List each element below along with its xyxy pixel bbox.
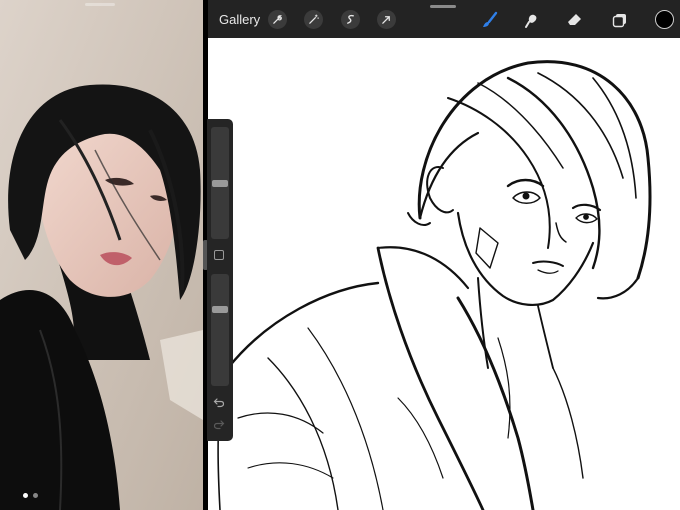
eraser-icon <box>568 14 581 25</box>
layers-button[interactable] <box>609 9 631 31</box>
selection-icon <box>347 14 354 24</box>
brush-size-slider[interactable] <box>211 127 229 239</box>
drawing-canvas[interactable] <box>208 38 680 510</box>
redo-button[interactable] <box>213 419 225 434</box>
color-picker-button[interactable] <box>655 10 674 29</box>
page-dot-1[interactable] <box>22 493 28 498</box>
eraser-tool-button[interactable] <box>564 9 586 31</box>
undo-button[interactable] <box>213 397 225 412</box>
adjustments-button[interactable] <box>304 10 323 29</box>
procreate-app: Gallery <box>208 0 680 510</box>
line-art-drawing <box>217 60 652 510</box>
undo-icon <box>213 398 225 408</box>
smudge-tool-button[interactable] <box>521 9 543 31</box>
toolbar-grabber[interactable] <box>430 5 456 8</box>
brush-icon <box>483 11 498 27</box>
reference-photo <box>0 0 203 510</box>
top-toolbar: Gallery <box>208 0 680 38</box>
brush-size-thumb[interactable] <box>212 180 228 187</box>
transform-button[interactable] <box>377 10 396 29</box>
side-slider-bar <box>207 119 233 441</box>
page-dot-2[interactable] <box>32 493 38 498</box>
redo-icon <box>213 420 225 430</box>
gallery-button[interactable]: Gallery <box>219 12 260 27</box>
selection-button[interactable] <box>341 10 360 29</box>
brush-tool-button[interactable] <box>479 9 501 31</box>
transform-arrow-icon <box>382 16 390 24</box>
status-pill <box>85 3 115 6</box>
layers-icon <box>612 14 626 28</box>
reference-photo-pane[interactable] <box>0 0 203 510</box>
actions-button[interactable] <box>268 10 287 29</box>
smudge-icon <box>525 14 537 28</box>
wrench-icon <box>273 15 282 24</box>
modify-button[interactable] <box>214 250 224 260</box>
magic-wand-icon <box>309 14 319 24</box>
opacity-slider[interactable] <box>211 274 229 386</box>
page-indicator[interactable] <box>0 493 60 498</box>
opacity-thumb[interactable] <box>212 306 228 313</box>
